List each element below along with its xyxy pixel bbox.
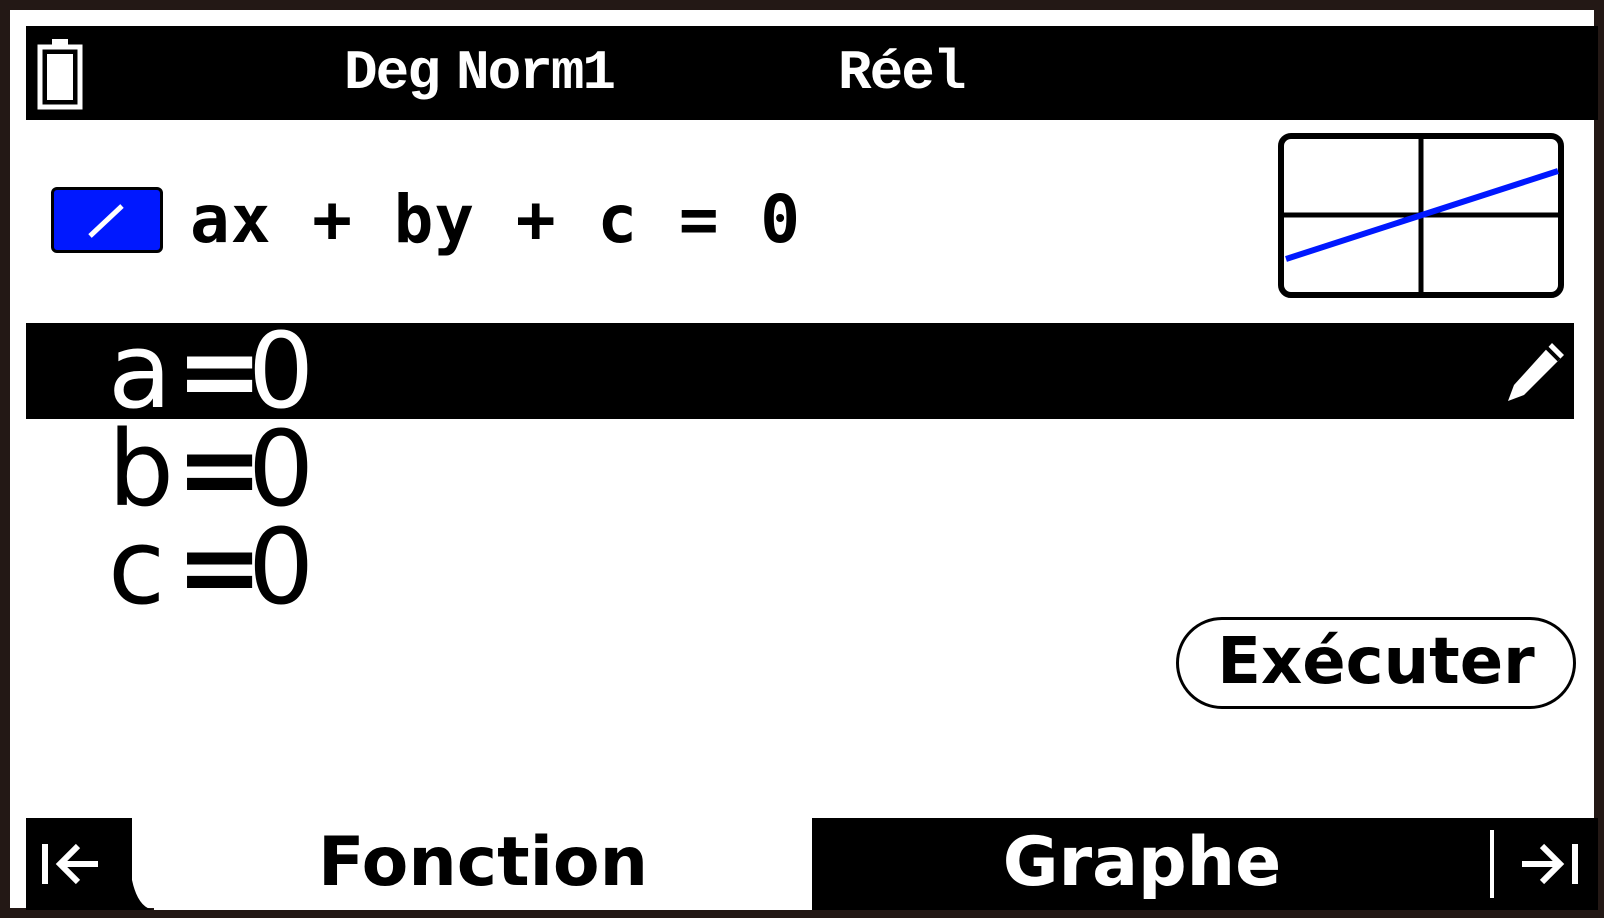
arrow-to-start-icon [42,843,98,885]
tab-fonction[interactable]: Fonction [154,818,812,910]
equation-form: ax + by + c = 0 [190,181,802,258]
arrow-to-end-icon[interactable] [1518,836,1580,892]
number-format-indicator: Norm1 [456,41,616,105]
pencil-icon [1508,343,1564,401]
tab-corner [132,880,154,910]
coefficient-name: a [108,310,172,432]
tab-scroll-left[interactable] [26,818,132,910]
coefficient-name: c [108,506,166,628]
coefficient-name: b [108,408,175,530]
battery-icon [37,39,83,110]
coefficient-row-c[interactable]: c = 0 [26,506,1574,628]
tab-divider [1490,830,1494,898]
execute-button[interactable]: Exécuter [1176,617,1576,709]
tab-graphe[interactable]: Graphe [812,818,1598,910]
coefficient-row-a[interactable]: a = 0 [26,310,1574,432]
status-bar: Deg Norm1 Réel [26,26,1598,120]
graph-preview [1278,133,1564,298]
coefficient-value[interactable]: 0 [248,319,314,423]
coefficient-row-b[interactable]: b = 0 [26,408,1574,530]
line-icon [51,187,163,253]
tab-graphe-label: Graphe [1002,823,1282,902]
coefficient-value[interactable]: 0 [248,417,314,521]
coefficient-value[interactable]: 0 [248,515,314,619]
calculator-screen: Deg Norm1 Réel ax + by + c = 0 a = 0 b =… [0,0,1604,918]
complex-mode-indicator: Réel [838,41,966,105]
angle-unit-indicator: Deg [344,41,441,105]
